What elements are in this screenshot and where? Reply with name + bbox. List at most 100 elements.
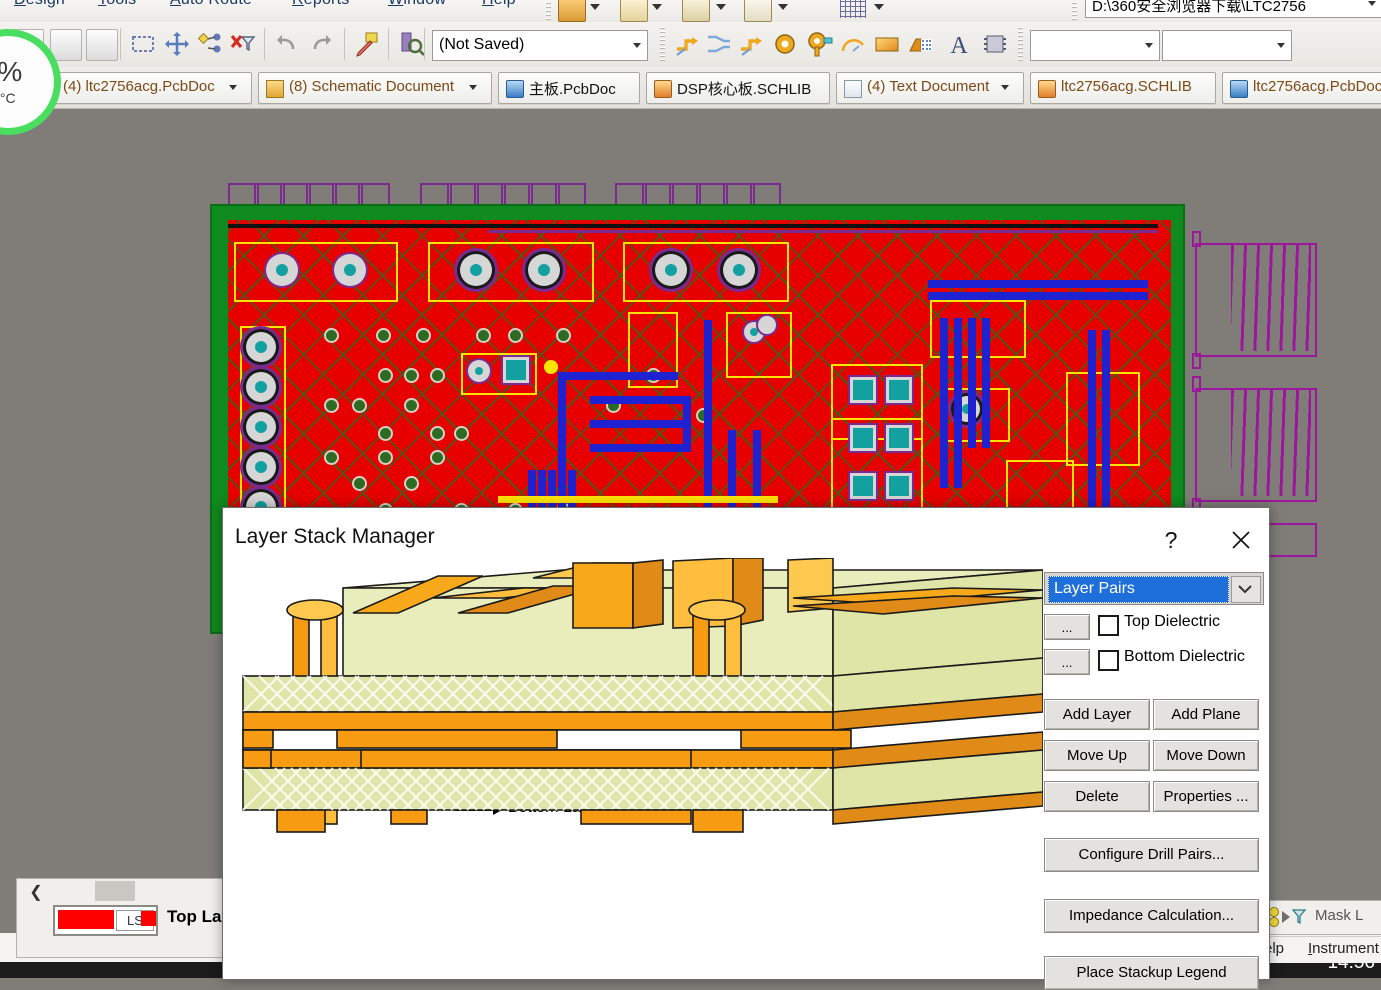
route-trace[interactable] xyxy=(982,318,990,448)
via[interactable] xyxy=(558,330,569,341)
snap-icon[interactable] xyxy=(744,0,772,22)
chevron-down-icon[interactable] xyxy=(469,85,477,90)
paste-icon[interactable] xyxy=(86,29,118,61)
place-pad-icon[interactable] xyxy=(804,29,834,59)
route-trace[interactable] xyxy=(928,280,1148,288)
tab-text-document[interactable]: (4) Text Document xyxy=(836,72,1024,104)
chevron-down-icon[interactable] xyxy=(652,4,662,10)
impedance-calculation-button[interactable]: Impedance Calculation... xyxy=(1044,899,1259,933)
ruler-icon[interactable] xyxy=(558,0,586,22)
layer-stack-manager-dialog[interactable]: Layer Stack Manager ? Top Layer GND (AGN… xyxy=(222,507,1270,980)
select-area-icon[interactable] xyxy=(128,29,158,59)
smd-pad[interactable] xyxy=(853,476,873,496)
via[interactable] xyxy=(354,400,365,411)
smd-pad[interactable] xyxy=(468,360,490,382)
route-trace[interactable] xyxy=(498,496,778,503)
route-trace[interactable] xyxy=(683,396,691,452)
via[interactable] xyxy=(326,330,337,341)
grid-icon[interactable] xyxy=(840,0,866,18)
tab-ltc2756acg-pcbdoc[interactable]: (4) ltc2756acg.PcbDoc xyxy=(52,72,252,104)
move-up-button[interactable]: Move Up xyxy=(1044,740,1150,771)
via[interactable] xyxy=(432,452,443,463)
via[interactable] xyxy=(326,400,337,411)
via[interactable] xyxy=(418,330,429,341)
route-trace[interactable] xyxy=(954,318,962,488)
place-arc-icon[interactable] xyxy=(838,29,868,59)
chevron-down-icon[interactable] xyxy=(1277,43,1285,48)
route-trace[interactable] xyxy=(928,292,1148,300)
toolbar-grip[interactable] xyxy=(546,0,551,20)
smd-pad[interactable] xyxy=(889,476,909,496)
menu-item-reports[interactable]: Reports xyxy=(292,0,349,9)
place-stackup-legend-button[interactable]: Place Stackup Legend xyxy=(1044,956,1259,990)
menu-item-design[interactable]: Design xyxy=(14,0,65,9)
route-differential-icon[interactable] xyxy=(704,29,734,59)
place-component-icon[interactable] xyxy=(980,29,1010,59)
toolbar-grip[interactable] xyxy=(1072,0,1077,20)
tab-ltc2756acg-pcbdoc-2[interactable]: ltc2756acg.PcbDoc xyxy=(1222,72,1381,104)
clear-filter-icon[interactable] xyxy=(228,29,258,59)
via[interactable] xyxy=(406,478,417,489)
add-plane-button[interactable]: Add Plane xyxy=(1153,699,1259,730)
layer-scroll-thumb[interactable] xyxy=(95,881,135,901)
close-button[interactable] xyxy=(1218,518,1264,562)
route-trace[interactable] xyxy=(590,420,690,428)
through-hole-pad[interactable] xyxy=(334,254,366,286)
via[interactable] xyxy=(510,330,521,341)
redo-icon[interactable] xyxy=(306,29,336,59)
route-trace[interactable] xyxy=(704,320,712,520)
align-icon[interactable] xyxy=(196,29,226,59)
via[interactable] xyxy=(406,400,417,411)
route-trace[interactable] xyxy=(940,318,948,488)
help-button[interactable]: ? xyxy=(1148,518,1194,562)
through-hole-pad[interactable] xyxy=(460,254,492,286)
tab-dsp-schlib[interactable]: DSP核心板.SCHLIB xyxy=(646,72,830,104)
chevron-down-icon[interactable] xyxy=(1368,1,1376,6)
route-multiple-icon[interactable] xyxy=(736,29,766,59)
chevron-down-icon[interactable] xyxy=(716,4,726,10)
route-interactive-icon[interactable] xyxy=(672,29,702,59)
layer-mode-select[interactable]: Layer Pairs xyxy=(1044,572,1264,605)
smd-pad[interactable] xyxy=(889,380,909,400)
previous-layer-button[interactable]: ❮ xyxy=(23,882,49,902)
properties-button[interactable]: Properties ... xyxy=(1153,781,1259,812)
inspect-icon[interactable] xyxy=(396,29,426,59)
route-trace[interactable] xyxy=(968,318,976,448)
tab-zhuban-pcbdoc[interactable]: 主板.PcbDoc xyxy=(498,72,640,104)
via[interactable] xyxy=(432,370,443,381)
chevron-down-icon[interactable] xyxy=(874,4,884,10)
top-dielectric-browse-button[interactable]: ... xyxy=(1044,614,1090,640)
via[interactable] xyxy=(380,370,391,381)
filter-combo-1[interactable] xyxy=(1030,30,1160,61)
cross-probe-icon[interactable] xyxy=(352,29,382,59)
chevron-down-icon[interactable] xyxy=(778,4,788,10)
via[interactable] xyxy=(380,452,391,463)
menu-item-help[interactable]: Help xyxy=(482,0,516,9)
filter-combo-2[interactable] xyxy=(1162,30,1292,61)
free-pad[interactable] xyxy=(544,360,558,374)
menu-item-tools[interactable]: Tools xyxy=(98,0,136,9)
through-hole-pad[interactable] xyxy=(246,412,276,442)
via[interactable] xyxy=(380,428,391,439)
toolbar-grip[interactable] xyxy=(1018,27,1023,61)
smd-pad[interactable] xyxy=(758,316,776,334)
smd-pad[interactable] xyxy=(853,428,873,448)
menu-item-window[interactable]: Window xyxy=(388,0,446,9)
through-hole-pad[interactable] xyxy=(246,452,276,482)
instrument-status-label[interactable]: Instrument xyxy=(1308,940,1379,957)
place-fill-icon[interactable] xyxy=(872,29,902,59)
via[interactable] xyxy=(478,330,489,341)
chevron-down-icon[interactable] xyxy=(633,43,641,48)
smd-pad[interactable] xyxy=(889,428,909,448)
route-trace[interactable] xyxy=(590,444,690,452)
bottom-dielectric-browse-button[interactable]: ... xyxy=(1044,649,1090,675)
chevron-down-icon[interactable] xyxy=(1145,43,1153,48)
chevron-down-icon[interactable] xyxy=(590,4,600,10)
layer-icon[interactable] xyxy=(682,0,710,22)
via[interactable] xyxy=(326,452,337,463)
place-string-icon[interactable]: A xyxy=(944,29,974,59)
board-shape-icon[interactable] xyxy=(620,0,648,22)
mask-level-panel[interactable]: Mask L xyxy=(1262,900,1381,935)
configure-drill-pairs-button[interactable]: Configure Drill Pairs... xyxy=(1044,838,1259,872)
layer-tab-panel[interactable]: ❮ LS Top Layer xyxy=(16,878,224,958)
